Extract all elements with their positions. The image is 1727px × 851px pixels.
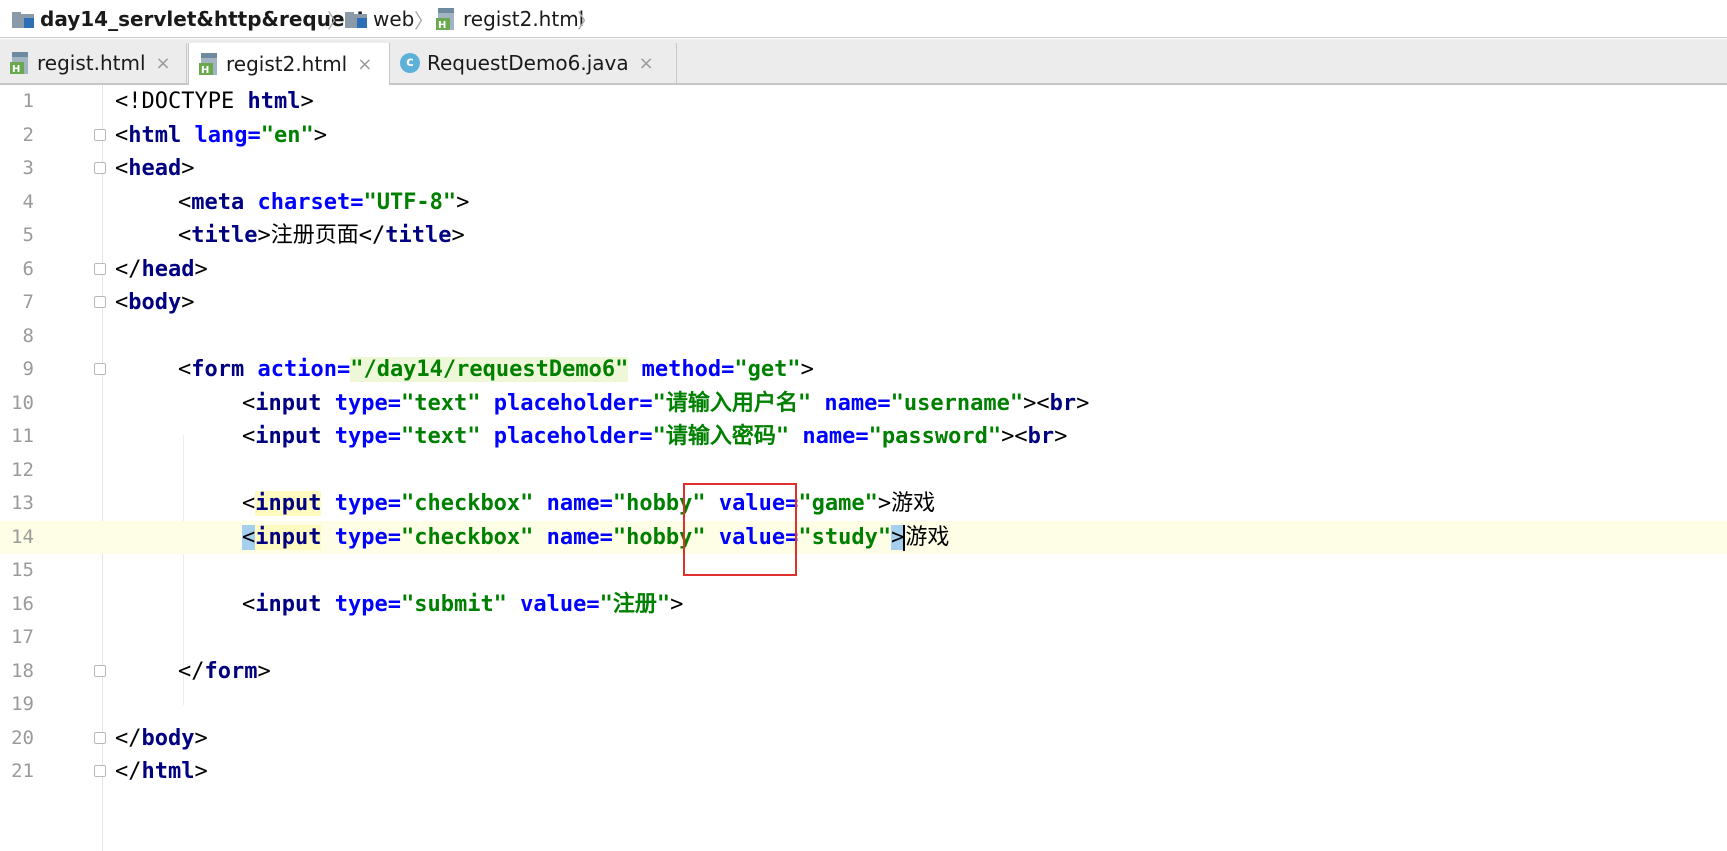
code-line: 18 </form>: [0, 655, 1727, 689]
line-number: 7: [22, 291, 34, 313]
line-number: 18: [11, 659, 34, 682]
line-number: 6: [22, 257, 34, 280]
html-file-icon: H: [199, 53, 217, 75]
tab-label: RequestDemo6.java: [427, 51, 629, 75]
fold-toggle-icon[interactable]: [94, 162, 106, 174]
fold-toggle-icon[interactable]: [94, 363, 106, 375]
code-text: </body>: [115, 725, 208, 751]
code-line: 9 <form action="/day14/requestDemo6" met…: [0, 353, 1727, 387]
code-line: 13 <input type="checkbox" name="hobby" v…: [0, 487, 1727, 521]
code-text: <form action="/day14/requestDemo6" metho…: [178, 357, 814, 382]
line-number: 19: [11, 693, 34, 715]
tab-label: regist2.html: [226, 52, 348, 76]
code-text: <input type="checkbox" name="hobby" valu…: [242, 491, 936, 516]
tab-regist-html[interactable]: H regist.html ×: [0, 43, 187, 83]
line-number: 15: [11, 559, 34, 581]
close-icon[interactable]: ×: [156, 53, 171, 74]
line-number: 16: [11, 592, 34, 615]
code-line: 7 <body>: [0, 286, 1727, 320]
html-file-icon: H: [10, 52, 28, 74]
line-number: 3: [22, 157, 34, 179]
code-text: <html lang="en">: [115, 122, 327, 148]
close-icon[interactable]: ×: [639, 53, 654, 74]
code-text: </head>: [115, 256, 208, 282]
code-line: 3 <head>: [0, 152, 1727, 186]
tab-label: regist.html: [37, 51, 146, 75]
code-text: <input type="submit" value="注册">: [242, 591, 684, 617]
breadcrumb-file[interactable]: H regist2.html: [436, 6, 584, 32]
code-line: 11 <input type="text" placeholder="请输入密码…: [0, 420, 1727, 454]
code-text: <input type="text" placeholder="请输入密码" n…: [242, 424, 1068, 449]
html-file-icon: H: [436, 8, 454, 30]
line-number: 4: [22, 190, 34, 213]
project-folder-icon: [12, 12, 34, 28]
svg-text:H: H: [438, 20, 446, 30]
folder-icon: [345, 12, 367, 28]
fold-toggle-icon[interactable]: [94, 262, 106, 275]
code-line: 2 <html lang="en">: [0, 119, 1727, 153]
code-editor[interactable]: 1 <!DOCTYPE html> 2 <html lang="en"> 3 <…: [0, 85, 1727, 851]
code-line: 21 </html>: [0, 755, 1727, 789]
code-line: 17: [0, 621, 1727, 655]
line-number: 13: [11, 492, 34, 514]
code-text: <body>: [115, 290, 195, 315]
code-line: 6 </head>: [0, 253, 1727, 287]
line-number: 12: [11, 458, 34, 481]
code-text: </form>: [178, 658, 271, 684]
code-line: 1 <!DOCTYPE html>: [0, 85, 1727, 119]
breadcrumb-separator: 〉: [414, 8, 434, 33]
breadcrumb-separator: 〉: [577, 8, 597, 33]
code-line: 20 </body>: [0, 722, 1727, 756]
line-number: 9: [22, 358, 34, 380]
code-line: 12: [0, 454, 1727, 488]
svg-text:H: H: [12, 64, 20, 74]
code-text: <input type="text" placeholder="请输入用户名" …: [242, 390, 1090, 416]
code-line: 5 <title>注册页面</title>: [0, 219, 1727, 253]
tab-requestdemo6-java[interactable]: c RequestDemo6.java ×: [390, 43, 677, 83]
breadcrumb-project-label: day14_servlet&http&request: [40, 7, 366, 31]
code-line: 8: [0, 320, 1727, 354]
line-number: 10: [11, 391, 34, 414]
line-number: 21: [11, 760, 34, 782]
tab-regist2-html[interactable]: H regist2.html ×: [188, 43, 390, 85]
code-text: </html>: [115, 759, 208, 784]
breadcrumb-separator: 〉: [327, 8, 347, 33]
fold-toggle-icon[interactable]: [94, 128, 106, 141]
code-line: 4 <meta charset="UTF-8">: [0, 186, 1727, 220]
fold-toggle-icon[interactable]: [94, 765, 106, 777]
line-number: 8: [22, 324, 34, 347]
line-number: 2: [22, 123, 34, 146]
editor-tab-bar: H regist.html × H regist2.html × c Reque…: [0, 39, 1727, 85]
code-line: 19: [0, 688, 1727, 722]
code-line: 15: [0, 554, 1727, 588]
breadcrumb-project[interactable]: day14_servlet&http&request: [12, 6, 366, 32]
annotation-highlight-box: [683, 483, 797, 576]
svg-text:H: H: [201, 65, 209, 75]
fold-toggle-icon[interactable]: [94, 296, 106, 308]
code-line: 16 <input type="submit" value="注册">: [0, 588, 1727, 622]
code-text: <!DOCTYPE html>: [115, 89, 314, 114]
line-number: 11: [11, 425, 34, 447]
code-text: <title>注册页面</title>: [178, 223, 465, 248]
fold-toggle-icon[interactable]: [94, 664, 106, 677]
line-number: 1: [22, 90, 34, 112]
close-icon[interactable]: ×: [357, 54, 372, 75]
line-number: 20: [11, 726, 34, 749]
breadcrumb-folder[interactable]: web: [345, 6, 414, 32]
code-text: <input type="checkbox" name="hobby" valu…: [242, 524, 950, 551]
code-text: <meta charset="UTF-8">: [178, 189, 470, 215]
code-line: 10 <input type="text" placeholder="请输入用户…: [0, 387, 1727, 421]
code-text: <head>: [115, 156, 195, 181]
line-number: 5: [22, 224, 34, 246]
navigation-bar: day14_servlet&http&request 〉 web 〉 H reg…: [0, 0, 1727, 38]
java-class-icon: c: [400, 53, 420, 73]
code-line-current: 14 <input type="checkbox" name="hobby" v…: [0, 520, 1727, 554]
breadcrumb-file-label: regist2.html: [463, 7, 585, 31]
line-number: 14: [11, 525, 34, 548]
fold-toggle-icon[interactable]: [94, 731, 106, 744]
line-number: 17: [11, 626, 34, 648]
breadcrumb-folder-label: web: [373, 7, 415, 31]
